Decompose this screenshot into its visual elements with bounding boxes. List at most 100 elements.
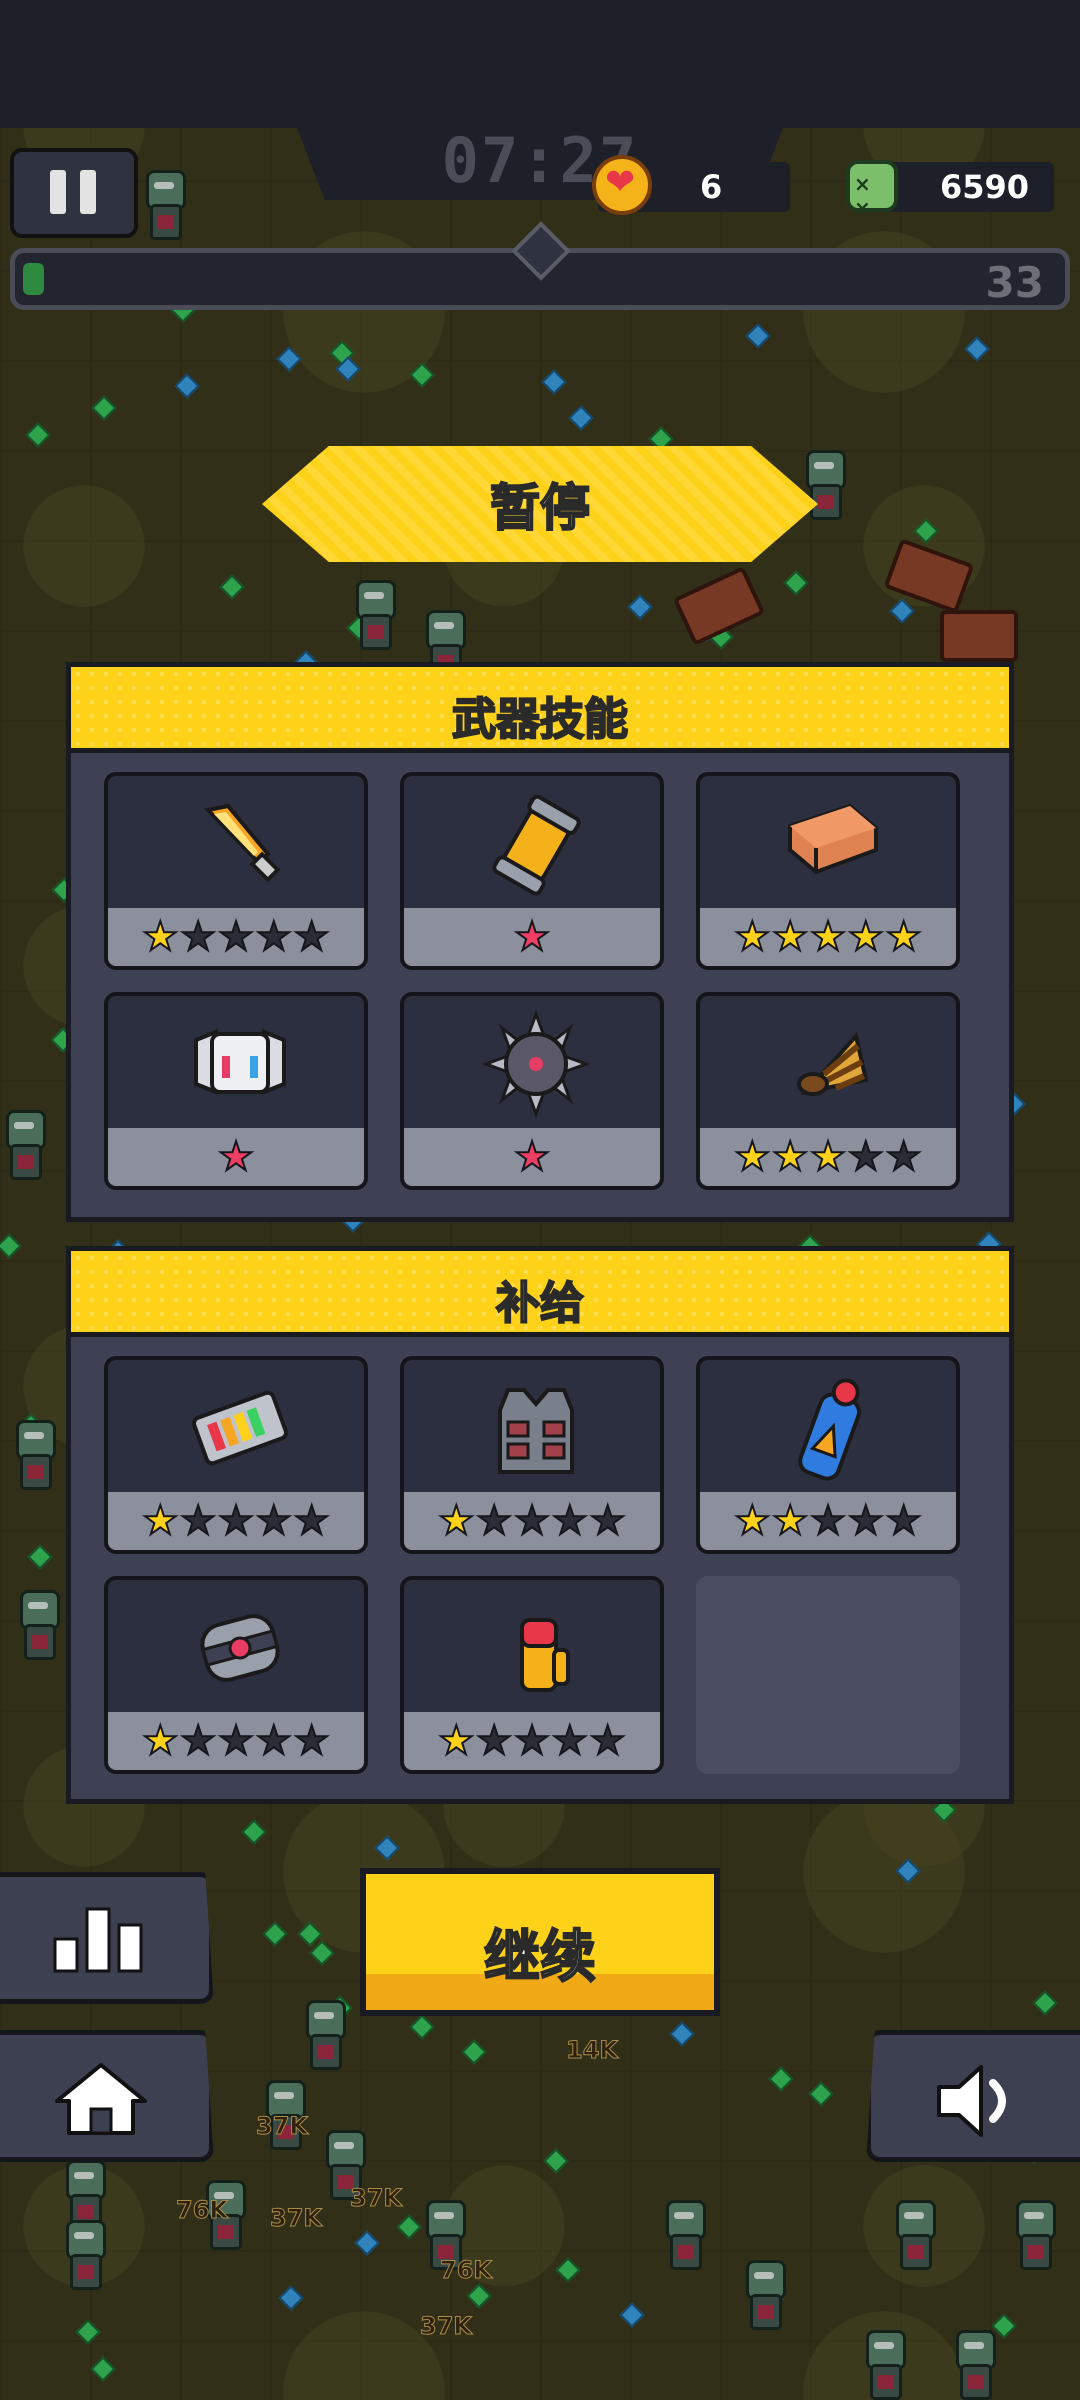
star-rating: ★ bbox=[108, 1128, 364, 1186]
pause-icon-bar bbox=[80, 170, 96, 214]
star-icon: ★ bbox=[179, 914, 217, 960]
weapon-slot[interactable]: ★ bbox=[400, 772, 664, 970]
star-icon: ★ bbox=[809, 914, 847, 960]
weapon-slot[interactable]: ★ ★ ★ ★ ★ bbox=[696, 992, 960, 1190]
star-icon: ★ bbox=[885, 1498, 923, 1544]
star-icon: ★ bbox=[179, 1498, 217, 1544]
supply-slot[interactable]: ★ ★ ★ ★ ★ bbox=[400, 1576, 664, 1774]
pause-button[interactable] bbox=[10, 148, 138, 238]
star-icon: ★ bbox=[293, 914, 331, 960]
flame-sword-icon bbox=[108, 776, 364, 912]
xp-progress-fill bbox=[23, 263, 44, 295]
star-icon: ★ bbox=[437, 1718, 475, 1764]
star-icon: ★ bbox=[217, 1718, 255, 1764]
hud-top-bar bbox=[0, 0, 1080, 128]
drill-icon bbox=[700, 996, 956, 1132]
star-icon: ★ bbox=[293, 1718, 331, 1764]
star-rating: ★ ★ ★ ★ ★ bbox=[108, 1712, 364, 1770]
supply-slot[interactable]: ★ ★ ★ ★ ★ bbox=[400, 1356, 664, 1554]
star-icon: ★ bbox=[141, 1498, 179, 1544]
home-button[interactable] bbox=[0, 2030, 214, 2162]
spiked-mine-icon bbox=[404, 996, 660, 1132]
supply-slot[interactable]: ★ ★ ★ ★ ★ bbox=[104, 1356, 368, 1554]
star-rating: ★ ★ ★ ★ ★ bbox=[700, 1492, 956, 1550]
weapons-panel-header: 武器技能 bbox=[71, 667, 1009, 753]
drone-robot-icon bbox=[108, 996, 364, 1132]
ammo-shell-icon bbox=[404, 1580, 660, 1716]
star-icon: ★ bbox=[771, 914, 809, 960]
stats-button[interactable] bbox=[0, 1872, 214, 2004]
weapons-panel: 武器技能 ★ ★ ★ ★ ★ ★ ★ ★ ★ ★ ★ ★ ★ ★ ★ ★ ★ ★ bbox=[66, 662, 1014, 1222]
energy-drink-icon bbox=[700, 1360, 956, 1496]
star-icon: ★ bbox=[847, 1134, 885, 1180]
supplies-panel-header: 补给 bbox=[71, 1251, 1009, 1337]
star-icon: ★ bbox=[885, 1134, 923, 1180]
heart-icon bbox=[592, 155, 652, 215]
supplies-panel: 补给 ★ ★ ★ ★ ★ ★ ★ ★ ★ ★ ★ ★ ★ ★ ★ ★ ★ ★ ★ ★ ★ ★ ★ ★ ★ bbox=[66, 1246, 1014, 1804]
bar-chart-icon bbox=[53, 1907, 143, 1973]
star-icon: ★ bbox=[141, 1718, 179, 1764]
star-icon: ★ bbox=[293, 1498, 331, 1544]
star-rating: ★ bbox=[404, 908, 660, 966]
star-icon: ★ bbox=[475, 1498, 513, 1544]
star-icon: ★ bbox=[179, 1718, 217, 1764]
brick-icon bbox=[700, 776, 956, 912]
star-rating: ★ ★ ★ ★ ★ bbox=[108, 1492, 364, 1550]
star-icon: ★ bbox=[513, 914, 551, 960]
star-icon: ★ bbox=[733, 1498, 771, 1544]
star-icon: ★ bbox=[513, 1718, 551, 1764]
canister-grenade-icon bbox=[404, 776, 660, 912]
star-icon: ★ bbox=[217, 914, 255, 960]
star-icon: ★ bbox=[141, 914, 179, 960]
star-icon: ★ bbox=[809, 1134, 847, 1180]
star-icon: ★ bbox=[255, 1718, 293, 1764]
star-icon: ★ bbox=[589, 1718, 627, 1764]
level-value: 33 bbox=[985, 258, 1044, 307]
star-icon: ★ bbox=[885, 914, 923, 960]
kill-count-value: 6590 bbox=[940, 168, 1030, 206]
star-icon: ★ bbox=[771, 1134, 809, 1180]
star-icon: ★ bbox=[589, 1498, 627, 1544]
star-rating: ★ ★ ★ ★ ★ bbox=[700, 1128, 956, 1186]
star-icon: ★ bbox=[513, 1498, 551, 1544]
hp-value: 6 bbox=[700, 168, 723, 206]
star-icon: ★ bbox=[551, 1718, 589, 1764]
star-rating: ★ bbox=[404, 1128, 660, 1186]
magnet-core-icon bbox=[108, 1580, 364, 1716]
star-icon: ★ bbox=[847, 1498, 885, 1544]
star-icon: ★ bbox=[437, 1498, 475, 1544]
supply-slot[interactable]: ★ ★ ★ ★ ★ bbox=[696, 1356, 960, 1554]
star-rating: ★ ★ ★ ★ ★ bbox=[700, 908, 956, 966]
star-icon: ★ bbox=[733, 914, 771, 960]
continue-label: 继续 bbox=[483, 1924, 597, 1991]
weapons-panel-title: 武器技能 bbox=[451, 693, 629, 746]
star-icon: ★ bbox=[733, 1134, 771, 1180]
sound-button[interactable] bbox=[866, 2030, 1080, 2162]
supply-slot-empty bbox=[696, 1576, 960, 1774]
star-rating: ★ ★ ★ ★ ★ bbox=[404, 1712, 660, 1770]
star-icon: ★ bbox=[847, 914, 885, 960]
star-icon: ★ bbox=[217, 1134, 255, 1180]
pause-icon bbox=[50, 170, 66, 214]
supplies-panel-title: 补给 bbox=[495, 1277, 585, 1330]
battery-icon bbox=[108, 1360, 364, 1496]
weapon-slot[interactable]: ★ bbox=[400, 992, 664, 1190]
supply-slot[interactable]: ★ ★ ★ ★ ★ bbox=[104, 1576, 368, 1774]
star-rating: ★ ★ ★ ★ ★ bbox=[108, 908, 364, 966]
star-icon: ★ bbox=[475, 1718, 513, 1764]
star-icon: ★ bbox=[255, 914, 293, 960]
zombie-skull-icon bbox=[846, 160, 898, 220]
weapon-slot[interactable]: ★ ★ ★ ★ ★ bbox=[104, 772, 368, 970]
star-icon: ★ bbox=[513, 1134, 551, 1180]
pause-title: 暂停 bbox=[489, 478, 591, 538]
speaker-icon bbox=[937, 2065, 1006, 2137]
star-icon: ★ bbox=[217, 1498, 255, 1544]
star-icon: ★ bbox=[809, 1498, 847, 1544]
weapon-slot[interactable]: ★ bbox=[104, 992, 368, 1190]
armor-vest-icon bbox=[404, 1360, 660, 1496]
weapon-slot[interactable]: ★ ★ ★ ★ ★ bbox=[696, 772, 960, 970]
home-icon bbox=[55, 2063, 147, 2135]
continue-button[interactable]: 继续 bbox=[360, 1868, 720, 2016]
star-icon: ★ bbox=[771, 1498, 809, 1544]
star-rating: ★ ★ ★ ★ ★ bbox=[404, 1492, 660, 1550]
